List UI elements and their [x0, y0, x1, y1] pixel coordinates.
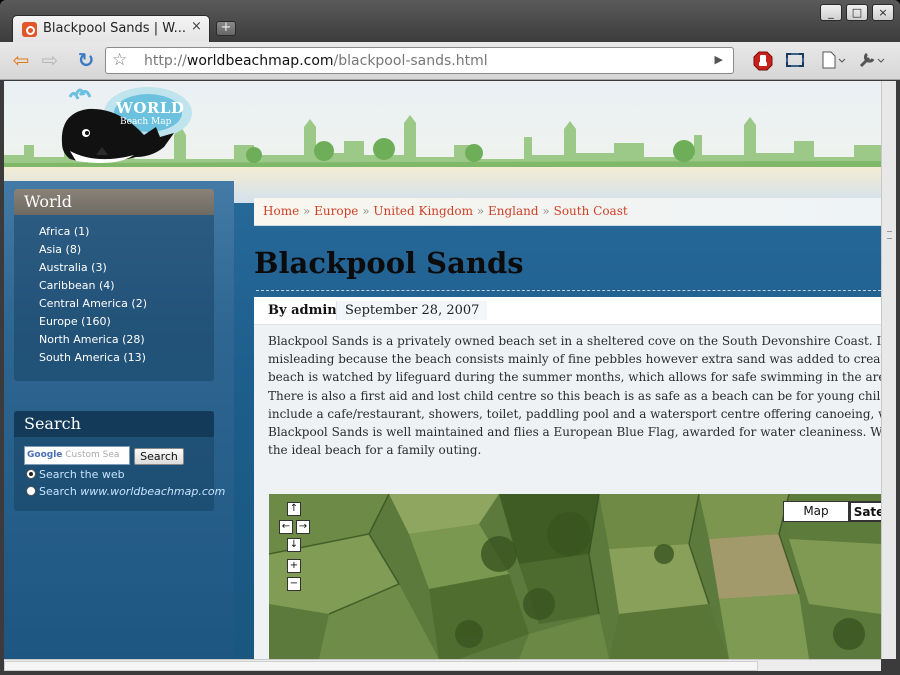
- search-web-radio[interactable]: [26, 469, 36, 479]
- site-favicon-icon: [22, 22, 37, 37]
- breadcrumb-england[interactable]: England: [488, 204, 539, 218]
- url-path: /blackpool-sands.html: [333, 53, 488, 69]
- post-body: Blackpool Sands is a privately owned bea…: [268, 332, 881, 459]
- search-placeholder: Custom Sea: [65, 450, 120, 460]
- category-item-europe[interactable]: Europe (160): [39, 313, 214, 331]
- search-panel: Search Google Custom Sea Search Search t…: [14, 411, 225, 511]
- search-site-radio[interactable]: [26, 486, 36, 496]
- breadcrumb-united-kingdom[interactable]: United Kingdom: [373, 204, 473, 218]
- wrench-icon[interactable]: [858, 51, 885, 71]
- map-pan-down-button[interactable]: ↓: [287, 538, 301, 552]
- post-body-line: There is also a first aid and lost child…: [268, 388, 881, 403]
- post-body-line: Blackpool Sands is a privately owned bea…: [268, 334, 881, 348]
- category-item-caribbean[interactable]: Caribbean (4): [39, 277, 214, 295]
- map-zoom-out-button[interactable]: −: [287, 577, 301, 591]
- category-item-asia[interactable]: Asia (8): [39, 241, 214, 259]
- custom-search-input[interactable]: Google Custom Sea: [24, 446, 130, 465]
- browser-toolbar: ⇦ ⇨ ↻ ☆ http://worldbeachmap.com/blackpo…: [0, 42, 900, 80]
- search-site-label[interactable]: Search www.worldbeachmap.com: [39, 485, 225, 498]
- post-body-line: the ideal beach for a family outing.: [268, 443, 482, 458]
- breadcrumb-south-coast[interactable]: South Coast: [554, 204, 628, 218]
- horizontal-scroll-thumb[interactable]: [4, 661, 758, 671]
- forward-button[interactable]: ⇨: [38, 49, 62, 73]
- page-viewport: WORLD Beach Map World Africa (1) Asia (8…: [4, 81, 881, 659]
- category-item-south-america[interactable]: South America (13): [39, 349, 214, 367]
- tab-close-icon[interactable]: ×: [191, 19, 202, 34]
- title-bar: Blackpool Sands | W... × + _ □ ×: [0, 0, 900, 43]
- category-item-north-america[interactable]: North America (28): [39, 331, 214, 349]
- site-logo[interactable]: WORLD Beach Map: [56, 85, 196, 177]
- tab-title: Blackpool Sands | W...: [43, 21, 186, 36]
- post-body-line: Blackpool Sands is well maintained and f…: [268, 424, 881, 439]
- breadcrumb-separator: »: [362, 204, 370, 218]
- satellite-map[interactable]: ↑ ← → ↓ + − Map Sate: [269, 494, 881, 659]
- breadcrumb-separator: »: [542, 204, 550, 218]
- category-item-africa[interactable]: Africa (1): [39, 223, 214, 241]
- search-site-domain: www.worldbeachmap.com: [80, 485, 226, 498]
- scroll-grip-icon: [887, 231, 892, 239]
- post-body-line: include a cafe/restaurant, showers, toil…: [268, 406, 881, 421]
- url-scheme: http://: [144, 53, 187, 69]
- page-title: Blackpool Sands: [254, 246, 524, 280]
- search-web-label[interactable]: Search the web: [39, 468, 125, 481]
- page-menu-icon[interactable]: [820, 51, 846, 71]
- breadcrumb-home[interactable]: Home: [263, 204, 299, 218]
- map-pan-up-button[interactable]: ↑: [287, 502, 301, 516]
- map-pan-right-button[interactable]: →: [296, 520, 310, 534]
- vertical-scrollbar[interactable]: [881, 81, 896, 659]
- fullscreen-icon[interactable]: [784, 51, 806, 71]
- map-zoom-in-button[interactable]: +: [287, 559, 301, 573]
- map-pan-left-button[interactable]: ←: [279, 520, 293, 534]
- breadcrumb-europe[interactable]: Europe: [314, 204, 358, 218]
- browser-tab[interactable]: Blackpool Sands | W... ×: [12, 15, 210, 43]
- close-window-button[interactable]: ×: [872, 4, 894, 21]
- bookmark-star-icon[interactable]: ☆: [112, 50, 127, 70]
- search-site-prefix: Search: [39, 485, 77, 498]
- horizontal-scrollbar[interactable]: [4, 659, 881, 671]
- post-body-line: misleading because the beach consists ma…: [268, 352, 881, 367]
- go-arrow-icon[interactable]: ▶: [715, 53, 723, 66]
- category-item-australia[interactable]: Australia (3): [39, 259, 214, 277]
- world-panel: World Africa (1) Asia (8) Australia (3) …: [14, 189, 214, 381]
- category-item-central-america[interactable]: Central America (2): [39, 295, 214, 313]
- post-meta: By admin September 28, 2007: [254, 297, 881, 325]
- breadcrumb-separator: »: [476, 204, 485, 218]
- minimize-button[interactable]: _: [820, 4, 842, 21]
- post-date: September 28, 2007: [336, 301, 488, 320]
- breadcrumb: Home » Europe » United Kingdom » England…: [263, 204, 628, 218]
- logo-word-beachmap: Beach Map: [120, 117, 172, 127]
- world-panel-title: World: [14, 189, 214, 215]
- logo-word-world: WORLD: [116, 99, 185, 117]
- browser-window: Blackpool Sands | W... × + _ □ × ⇦ ⇨ ↻ ☆…: [0, 0, 900, 675]
- new-tab-button[interactable]: +: [216, 21, 236, 36]
- breadcrumb-bar: Home » Europe » United Kingdom » England…: [254, 198, 881, 226]
- back-button[interactable]: ⇦: [9, 49, 33, 73]
- url-host: worldbeachmap.com: [186, 53, 334, 69]
- breadcrumb-separator: »: [303, 204, 311, 218]
- reload-button[interactable]: ↻: [74, 49, 98, 73]
- url-text: http://worldbeachmap.com/blackpool-sands…: [144, 53, 488, 69]
- sidebar: World Africa (1) Asia (8) Australia (3) …: [4, 181, 234, 659]
- search-panel-title: Search: [14, 411, 214, 437]
- search-button[interactable]: Search: [134, 448, 184, 465]
- adblock-icon[interactable]: [752, 51, 774, 71]
- category-list: Africa (1) Asia (8) Australia (3) Caribb…: [14, 215, 214, 375]
- google-brand: Google: [27, 450, 63, 460]
- post-body-line: beach is watched by lifeguard during the…: [268, 370, 881, 385]
- post-author: By admin: [268, 303, 337, 318]
- address-bar[interactable]: ☆ http://worldbeachmap.com/blackpool-san…: [105, 47, 734, 74]
- maximize-button[interactable]: □: [846, 4, 868, 21]
- map-type-satellite-button[interactable]: Sate: [849, 501, 881, 522]
- map-type-map-button[interactable]: Map: [783, 501, 849, 522]
- title-divider: [256, 290, 881, 291]
